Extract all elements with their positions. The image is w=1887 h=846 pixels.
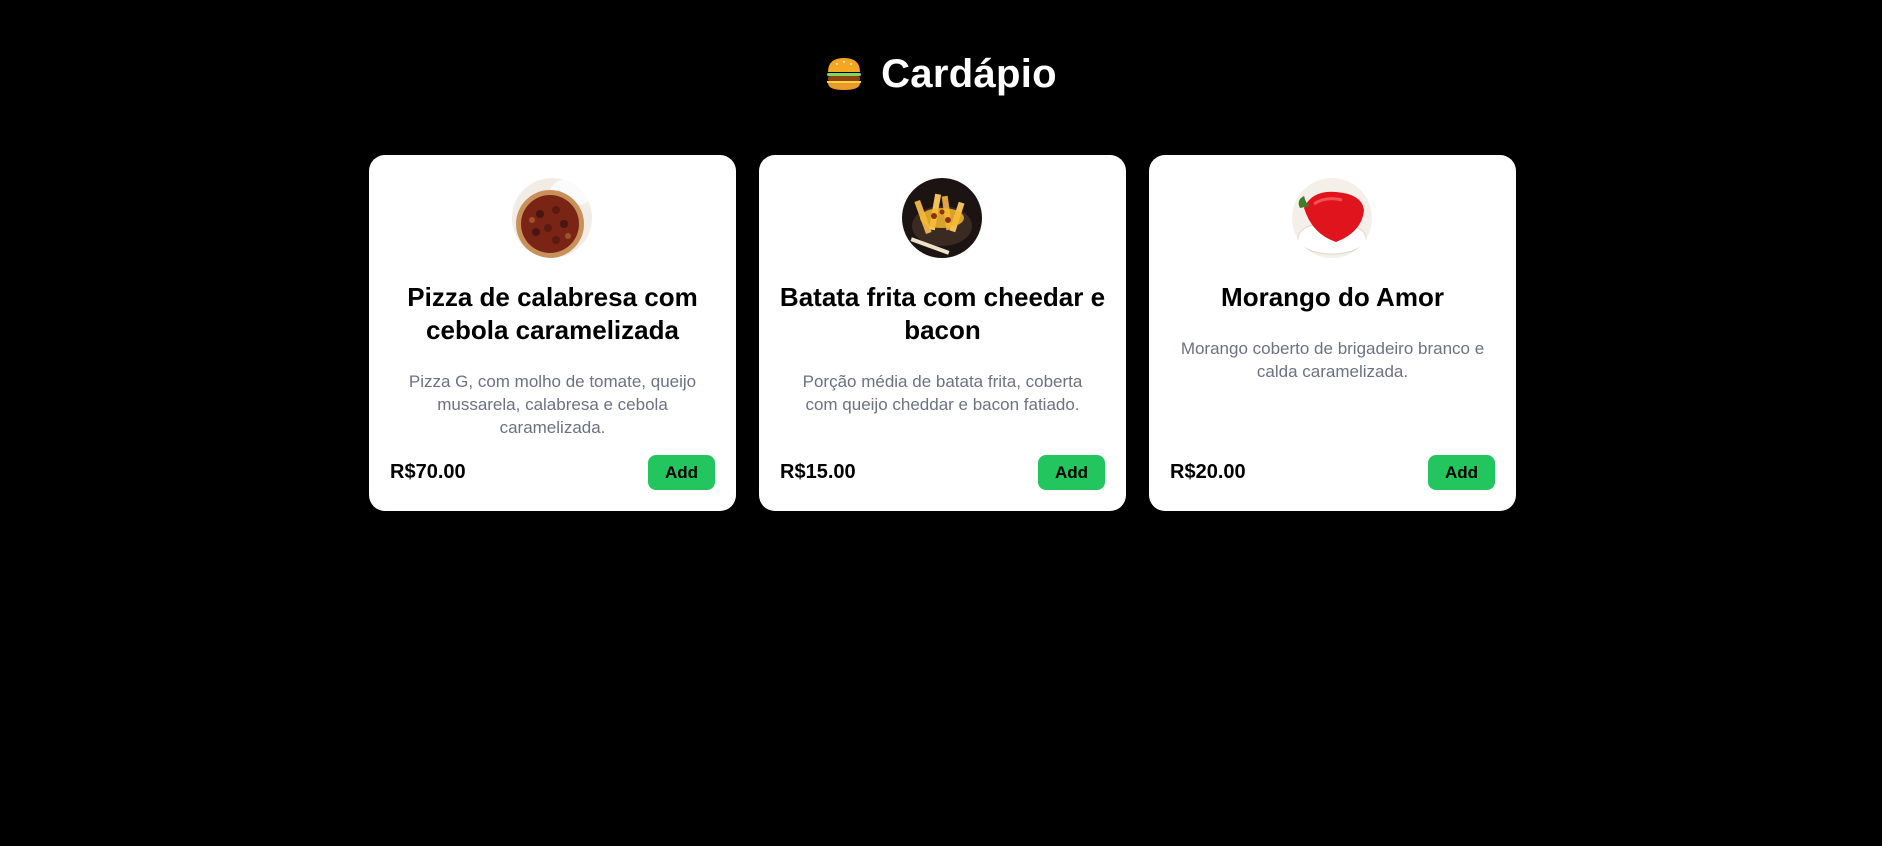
add-button[interactable]: Add [1038, 455, 1105, 490]
menu-page: Cardápio Pizza de calabresa com cebola c… [0, 0, 1887, 846]
add-button[interactable]: Add [648, 455, 715, 490]
strawberry-image [1292, 178, 1372, 258]
item-name: Pizza de calabresa com cebola carameliza… [407, 282, 698, 345]
pizza-image [512, 178, 592, 258]
page-header: Cardápio [0, 46, 1882, 102]
item-description: Pizza G, com molho de tomate, queijo mus… [408, 372, 697, 437]
scrollbar[interactable] [1882, 0, 1887, 846]
menu-card-list: Pizza de calabresa com cebola carameliza… [369, 155, 1516, 511]
item-price: R$20.00 [1170, 461, 1246, 483]
item-name: Batata frita com cheedar e bacon [779, 282, 1106, 345]
item-name: Morango do Amor [1221, 282, 1444, 312]
menu-card: Pizza de calabresa com cebola carameliza… [369, 155, 736, 511]
page-title: Cardápio [881, 51, 1057, 96]
menu-card: Batata frita com cheedar e bacon Porção … [759, 155, 1126, 511]
item-description: Porção média de batata frita, coberta co… [802, 372, 1083, 414]
add-button[interactable]: Add [1428, 455, 1495, 490]
item-price: R$70.00 [390, 461, 466, 483]
fries-image [902, 178, 982, 258]
hamburger-icon [825, 56, 863, 92]
item-description: Morango coberto de brigadeiro branco e c… [1180, 339, 1485, 381]
menu-card: Morango do Amor Morango coberto de briga… [1149, 155, 1516, 511]
item-price: R$15.00 [780, 461, 856, 483]
